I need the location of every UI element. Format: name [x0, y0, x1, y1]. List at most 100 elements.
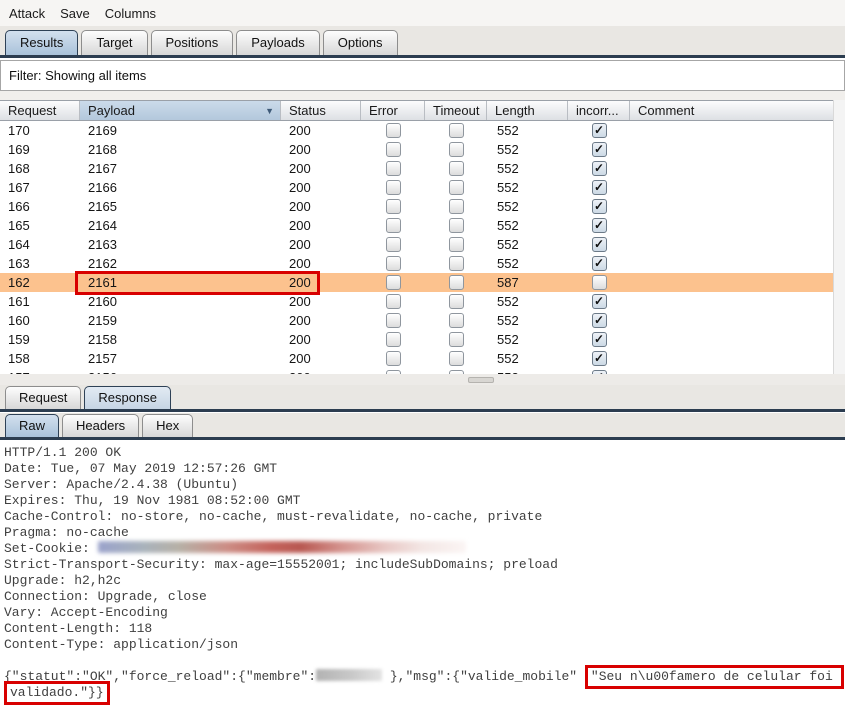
timeout-checkbox-unchecked-icon[interactable] [449, 180, 464, 195]
tab-accent-line [0, 437, 845, 440]
column-header-length[interactable]: Length [487, 101, 568, 120]
incorrect-checkbox-checked-icon[interactable]: ✓ [592, 142, 607, 157]
cell-request: 161 [0, 292, 80, 311]
timeout-checkbox-unchecked-icon[interactable] [449, 218, 464, 233]
error-checkbox-unchecked-icon[interactable] [386, 256, 401, 271]
error-checkbox-unchecked-icon[interactable] [386, 218, 401, 233]
incorrect-checkbox-checked-icon[interactable]: ✓ [592, 313, 607, 328]
table-row[interactable]: 1672166200552✓ [0, 178, 833, 197]
menu-item-columns[interactable]: Columns [105, 6, 156, 21]
timeout-checkbox-unchecked-icon[interactable] [449, 332, 464, 347]
timeout-checkbox-unchecked-icon[interactable] [449, 161, 464, 176]
incorrect-checkbox-checked-icon[interactable]: ✓ [592, 332, 607, 347]
column-header-request[interactable]: Request [0, 101, 80, 120]
error-checkbox-unchecked-icon[interactable] [386, 332, 401, 347]
cell-status: 200 [281, 330, 361, 349]
cell-request: 158 [0, 349, 80, 368]
tab-raw[interactable]: Raw [5, 414, 59, 437]
incorrect-checkbox-checked-icon[interactable]: ✓ [592, 180, 607, 195]
cell-status: 200 [281, 311, 361, 330]
incorrect-checkbox-checked-icon[interactable]: ✓ [592, 218, 607, 233]
pane-splitter[interactable] [0, 374, 845, 385]
error-checkbox-unchecked-icon[interactable] [386, 161, 401, 176]
results-table-header: Request Payload ▼ Status Error Timeout L… [0, 100, 845, 121]
error-checkbox-unchecked-icon[interactable] [386, 294, 401, 309]
cell-request: 164 [0, 235, 80, 254]
error-checkbox-unchecked-icon[interactable] [386, 180, 401, 195]
column-header-error[interactable]: Error [361, 101, 425, 120]
cell-payload: 2163 [80, 235, 281, 254]
tab-request[interactable]: Request [5, 386, 81, 409]
cell-comment [630, 311, 833, 330]
incorrect-checkbox-checked-icon[interactable]: ✓ [592, 237, 607, 252]
cell-payload: 2169 [80, 121, 281, 140]
error-checkbox-unchecked-icon[interactable] [386, 142, 401, 157]
cell-payload: 2168 [80, 140, 281, 159]
error-checkbox-unchecked-icon[interactable] [386, 351, 401, 366]
table-row[interactable]: 1682167200552✓ [0, 159, 833, 178]
table-row[interactable]: 1602159200552✓ [0, 311, 833, 330]
column-header-status[interactable]: Status [281, 101, 361, 120]
menu-item-save[interactable]: Save [60, 6, 90, 21]
table-row[interactable]: 1642163200552✓ [0, 235, 833, 254]
incorrect-checkbox-checked-icon[interactable]: ✓ [592, 351, 607, 366]
tab-target[interactable]: Target [81, 30, 147, 55]
tab-headers[interactable]: Headers [62, 414, 139, 437]
timeout-checkbox-unchecked-icon[interactable] [449, 199, 464, 214]
timeout-checkbox-unchecked-icon[interactable] [449, 294, 464, 309]
incorrect-checkbox-unchecked-icon[interactable] [592, 275, 607, 290]
tab-hex[interactable]: Hex [142, 414, 193, 437]
cell-payload: 2162 [80, 254, 281, 273]
cell-length: 552 [487, 121, 568, 140]
cell-length: 552 [487, 216, 568, 235]
tab-options[interactable]: Options [323, 30, 398, 55]
tab-positions[interactable]: Positions [151, 30, 234, 55]
column-header-payload[interactable]: Payload ▼ [80, 101, 281, 120]
column-header-comment[interactable]: Comment [630, 101, 845, 120]
cell-length: 552 [487, 197, 568, 216]
error-checkbox-unchecked-icon[interactable] [386, 313, 401, 328]
timeout-checkbox-unchecked-icon[interactable] [449, 123, 464, 138]
table-row[interactable]: 1582157200552✓ [0, 349, 833, 368]
tab-accent-line [0, 409, 845, 412]
table-row[interactable]: 1592158200552✓ [0, 330, 833, 349]
error-checkbox-unchecked-icon[interactable] [386, 199, 401, 214]
error-checkbox-unchecked-icon[interactable] [386, 237, 401, 252]
column-header-incorrect[interactable]: incorr... [568, 101, 630, 120]
tab-payloads[interactable]: Payloads [236, 30, 319, 55]
cell-comment [630, 254, 833, 273]
table-row[interactable]: 1702169200552✓ [0, 121, 833, 140]
tab-response[interactable]: Response [84, 386, 171, 409]
table-row[interactable]: 1632162200552✓ [0, 254, 833, 273]
table-row[interactable]: 1612160200552✓ [0, 292, 833, 311]
table-row[interactable]: 1662165200552✓ [0, 197, 833, 216]
annotation-box-msg-2: validado."}} [4, 681, 110, 705]
cell-comment [630, 273, 833, 292]
table-row[interactable]: 1692168200552✓ [0, 140, 833, 159]
error-checkbox-unchecked-icon[interactable] [386, 275, 401, 290]
table-scrollbar[interactable] [833, 100, 845, 374]
timeout-checkbox-unchecked-icon[interactable] [449, 313, 464, 328]
error-checkbox-unchecked-icon[interactable] [386, 123, 401, 138]
column-header-timeout[interactable]: Timeout [425, 101, 487, 120]
cell-request: 167 [0, 178, 80, 197]
table-row[interactable]: 1652164200552✓ [0, 216, 833, 235]
timeout-checkbox-unchecked-icon[interactable] [449, 142, 464, 157]
table-row[interactable]: 1622161200587 [0, 273, 833, 292]
timeout-checkbox-unchecked-icon[interactable] [449, 275, 464, 290]
response-raw-view: HTTP/1.1 200 OKDate: Tue, 07 May 2019 12… [0, 440, 845, 707]
cell-status: 200 [281, 292, 361, 311]
timeout-checkbox-unchecked-icon[interactable] [449, 237, 464, 252]
timeout-checkbox-unchecked-icon[interactable] [449, 351, 464, 366]
incorrect-checkbox-checked-icon[interactable]: ✓ [592, 294, 607, 309]
cell-length: 552 [487, 311, 568, 330]
incorrect-checkbox-checked-icon[interactable]: ✓ [592, 161, 607, 176]
incorrect-checkbox-checked-icon[interactable]: ✓ [592, 199, 607, 214]
timeout-checkbox-unchecked-icon[interactable] [449, 256, 464, 271]
filter-bar[interactable]: Filter: Showing all items [0, 60, 845, 91]
incorrect-checkbox-checked-icon[interactable]: ✓ [592, 123, 607, 138]
menu-item-attack[interactable]: Attack [9, 6, 45, 21]
cell-comment [630, 197, 833, 216]
tab-results[interactable]: Results [5, 30, 78, 55]
incorrect-checkbox-checked-icon[interactable]: ✓ [592, 256, 607, 271]
